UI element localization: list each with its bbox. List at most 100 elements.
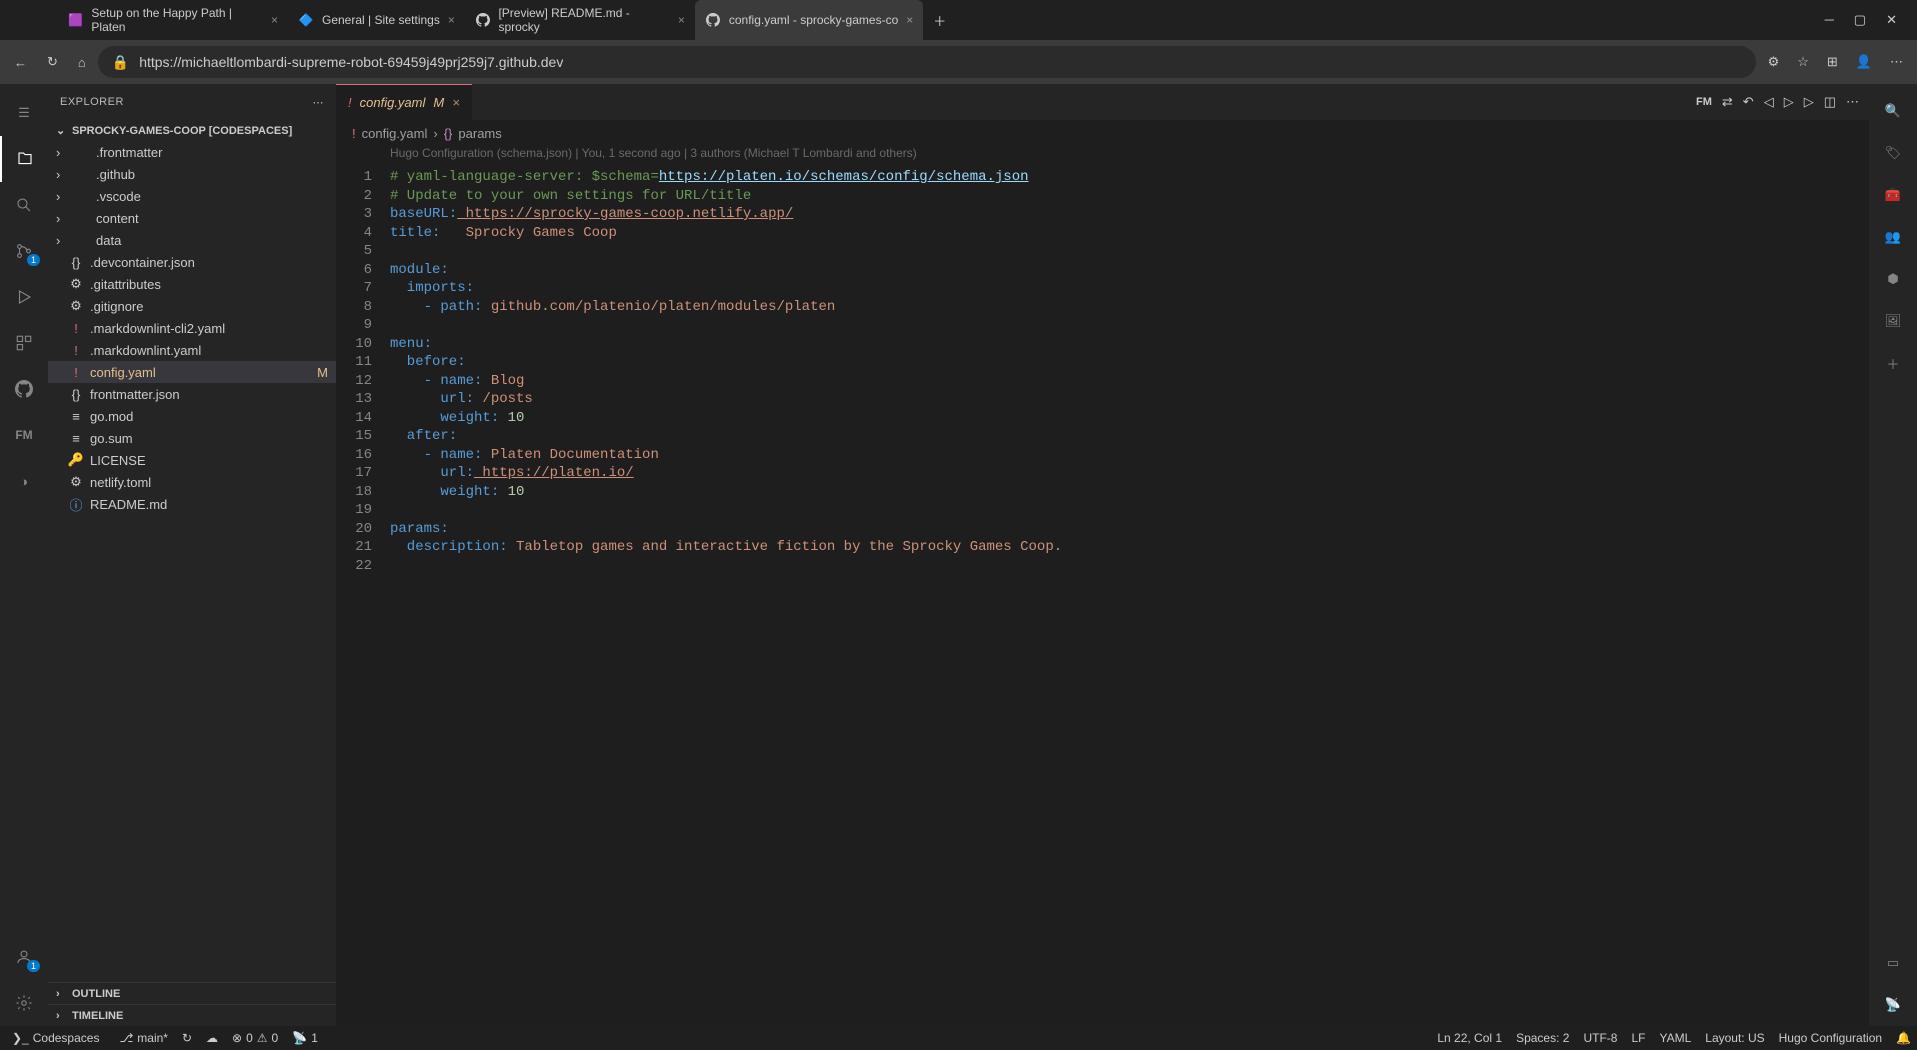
- problems-button[interactable]: ⊗ 0 ⚠ 0: [232, 1031, 278, 1045]
- chevron-right-icon: ›: [56, 167, 68, 182]
- extension-icon[interactable]: ⚙: [1768, 54, 1780, 70]
- file-item[interactable]: ≡go.mod: [48, 405, 336, 427]
- group-icon[interactable]: 👥: [1869, 216, 1917, 258]
- folder-item[interactable]: ›data: [48, 229, 336, 251]
- browser-tab-netlify[interactable]: 🔷 General | Site settings ×: [288, 0, 465, 40]
- search-icon[interactable]: [0, 182, 48, 228]
- home-icon[interactable]: ⌂: [78, 55, 86, 70]
- browser-tab-readme[interactable]: [Preview] README.md - sprocky ×: [465, 0, 695, 40]
- file-item[interactable]: {}.devcontainer.json: [48, 251, 336, 273]
- file-item[interactable]: !.markdownlint.yaml: [48, 339, 336, 361]
- source-control-icon[interactable]: 1: [0, 228, 48, 274]
- close-icon[interactable]: ×: [271, 13, 278, 27]
- browser-tab-config[interactable]: config.yaml - sprocky-games-co ×: [695, 0, 923, 40]
- run-icon[interactable]: ▷: [1804, 94, 1814, 110]
- file-item[interactable]: ⚙netlify.toml: [48, 471, 336, 493]
- outline-section[interactable]: ›OUTLINE: [48, 982, 336, 1004]
- tag-icon[interactable]: 🏷: [1869, 132, 1917, 174]
- tab-label: [Preview] README.md - sprocky: [498, 6, 669, 34]
- encoding-button[interactable]: UTF-8: [1583, 1031, 1617, 1045]
- codespaces-button[interactable]: ❯_ Codespaces: [6, 1031, 105, 1045]
- image-icon[interactable]: 🖼: [1869, 300, 1917, 342]
- live-share-icon[interactable]: ◑: [0, 458, 48, 504]
- nav-back-icon[interactable]: ◁: [1764, 94, 1774, 110]
- collections-icon[interactable]: ⊞: [1827, 54, 1838, 70]
- more-icon[interactable]: ⋯: [313, 96, 325, 109]
- cursor-position[interactable]: Ln 22, Col 1: [1437, 1031, 1502, 1045]
- file-item[interactable]: ≡go.sum: [48, 427, 336, 449]
- plus-icon[interactable]: ＋: [1869, 342, 1917, 384]
- folder-item[interactable]: ›content: [48, 207, 336, 229]
- eol-button[interactable]: LF: [1631, 1031, 1645, 1045]
- extensions-icon[interactable]: [0, 320, 48, 366]
- codelens[interactable]: Hugo Configuration (schema.json) | You, …: [390, 146, 1869, 164]
- explorer-icon[interactable]: [0, 136, 48, 182]
- cloud-icon[interactable]: ☁: [206, 1031, 218, 1045]
- file-name: frontmatter.json: [90, 387, 180, 402]
- maximize-icon[interactable]: ▢: [1854, 12, 1866, 28]
- browser-tab-platen[interactable]: 🟪 Setup on the Happy Path | Platen ×: [58, 0, 288, 40]
- timeline-section[interactable]: ›TIMELINE: [48, 1004, 336, 1026]
- code-lines[interactable]: # yaml-language-server: $schema=https://…: [390, 164, 1869, 1026]
- ports-button[interactable]: 📡 1: [292, 1031, 318, 1045]
- new-tab-button[interactable]: ＋: [923, 0, 956, 40]
- github-icon: [475, 12, 491, 28]
- gear-icon[interactable]: [0, 980, 48, 1026]
- toolbox-icon[interactable]: 🧰: [1869, 174, 1917, 216]
- fm-icon[interactable]: FM: [1696, 96, 1712, 108]
- sync-button[interactable]: ↻: [182, 1031, 192, 1045]
- file-icon: ⓘ: [68, 495, 84, 514]
- close-icon[interactable]: ✕: [1886, 12, 1897, 28]
- file-item[interactable]: {}frontmatter.json: [48, 383, 336, 405]
- file-icon: {}: [68, 255, 84, 270]
- file-item[interactable]: !.markdownlint-cli2.yaml: [48, 317, 336, 339]
- hex-icon[interactable]: ⬢: [1869, 258, 1917, 300]
- back-icon[interactable]: ←: [14, 55, 27, 70]
- nav-fwd-icon[interactable]: ▷: [1784, 94, 1794, 110]
- account-icon[interactable]: 1: [0, 934, 48, 980]
- indent-button[interactable]: Spaces: 2: [1516, 1031, 1569, 1045]
- menu-icon[interactable]: ☰: [0, 90, 48, 136]
- notifications-icon[interactable]: 🔔: [1896, 1031, 1911, 1045]
- compare-icon[interactable]: ⇄: [1722, 94, 1733, 110]
- run-debug-icon[interactable]: [0, 274, 48, 320]
- file-item[interactable]: !config.yamlM: [48, 361, 336, 383]
- close-icon[interactable]: ×: [448, 13, 455, 27]
- address-bar[interactable]: 🔒 https://michaeltlombardi-supreme-robot…: [98, 46, 1756, 78]
- tab-label: General | Site settings: [322, 13, 440, 27]
- split-icon[interactable]: ◫: [1824, 94, 1836, 110]
- branch-button[interactable]: ⎇ main*: [119, 1031, 168, 1045]
- file-item[interactable]: 🔑LICENSE: [48, 449, 336, 471]
- folder-item[interactable]: ›.github: [48, 163, 336, 185]
- repo-header[interactable]: ⌄ SPROCKY-GAMES-COOP [CODESPACES]: [48, 120, 336, 141]
- panel-icon[interactable]: ▭: [1869, 942, 1917, 984]
- language-button[interactable]: YAML: [1659, 1031, 1691, 1045]
- menu-icon[interactable]: ⋯: [1890, 54, 1903, 70]
- folder-item[interactable]: ›.vscode: [48, 185, 336, 207]
- github-icon[interactable]: [0, 366, 48, 412]
- breadcrumb[interactable]: ! config.yaml › {} params: [336, 120, 1869, 146]
- refresh-icon[interactable]: ↻: [47, 54, 58, 70]
- file-item[interactable]: ⚙.gitignore: [48, 295, 336, 317]
- editor-tab-config[interactable]: ! config.yaml M ×: [336, 84, 472, 120]
- search-icon[interactable]: 🔍: [1869, 90, 1917, 132]
- chevron-right-icon: ›: [56, 145, 68, 160]
- broadcast-icon[interactable]: 📡: [1869, 984, 1917, 1026]
- file-item[interactable]: ⚙.gitattributes: [48, 273, 336, 295]
- close-icon[interactable]: ×: [678, 13, 685, 27]
- schema-button[interactable]: Hugo Configuration: [1779, 1031, 1882, 1045]
- file-icon: ⚙: [68, 298, 84, 314]
- favorites-icon[interactable]: ☆: [1797, 54, 1809, 70]
- layout-button[interactable]: Layout: US: [1705, 1031, 1764, 1045]
- avatar[interactable]: 👤: [1856, 54, 1872, 70]
- folder-item[interactable]: ›.frontmatter: [48, 141, 336, 163]
- revert-icon[interactable]: ↶: [1743, 94, 1754, 110]
- minimap[interactable]: [1759, 164, 1869, 1026]
- close-icon[interactable]: ×: [452, 95, 460, 110]
- fm-icon[interactable]: FM: [0, 412, 48, 458]
- minimize-icon[interactable]: ─: [1825, 12, 1834, 28]
- file-item[interactable]: ⓘREADME.md: [48, 493, 336, 515]
- close-icon[interactable]: ×: [906, 13, 913, 27]
- more-icon[interactable]: ⋯: [1846, 94, 1859, 110]
- code-area[interactable]: 12345678910111213141516171819202122 # ya…: [336, 164, 1869, 1026]
